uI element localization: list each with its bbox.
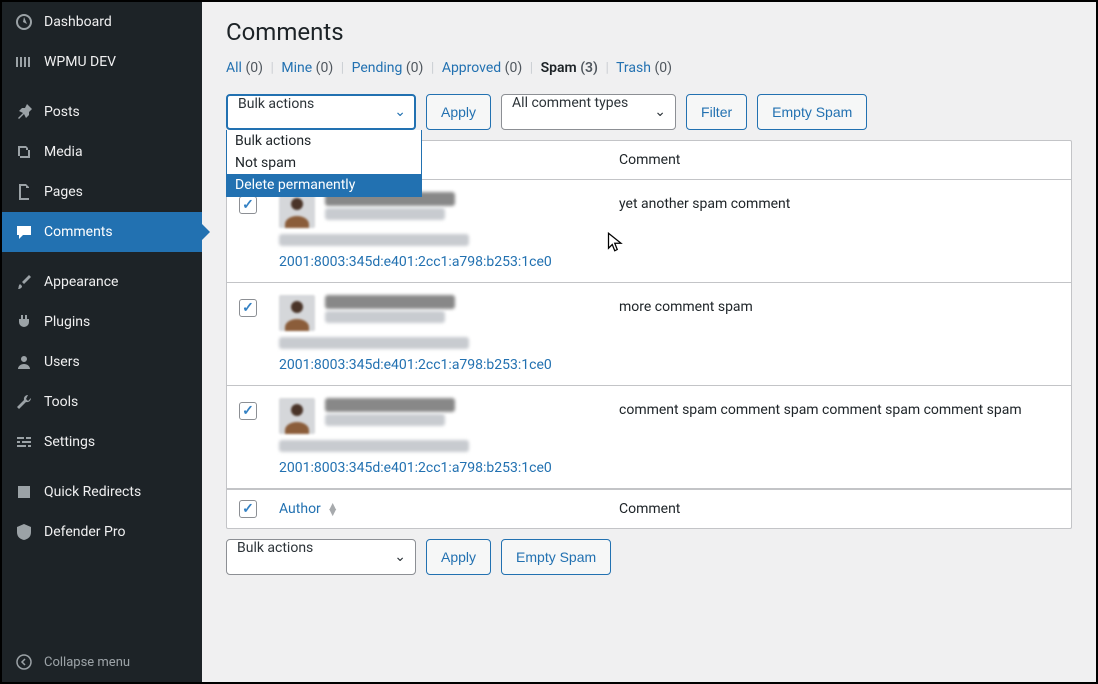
- sidebar-item-appearance[interactable]: Appearance: [2, 262, 202, 302]
- sidebar-item-label: Quick Redirects: [44, 484, 141, 500]
- sidebar-item-label: Pages: [44, 184, 83, 200]
- empty-spam-button-top[interactable]: Empty Spam: [757, 94, 867, 130]
- sidebar-item-users[interactable]: Users: [2, 342, 202, 382]
- filter-mine[interactable]: Mine (0): [281, 60, 333, 76]
- sidebar-item-settings[interactable]: Settings: [2, 422, 202, 462]
- author-ip-link[interactable]: 2001:8003:345d:e401:2cc1:a798:b253:1ce0: [279, 460, 619, 476]
- comment-text: yet another spam comment: [619, 192, 1059, 270]
- page-title: Comments: [226, 18, 1072, 46]
- collapse-label: Collapse menu: [44, 655, 130, 670]
- user-icon: [14, 352, 34, 372]
- author-meta: [325, 414, 445, 426]
- collapse-menu-button[interactable]: Collapse menu: [2, 642, 202, 682]
- sliders-icon: [14, 432, 34, 452]
- tablenav-top: Bulk actions ⌄ Bulk actions Not spam Del…: [226, 94, 1072, 130]
- row-checkbox[interactable]: [239, 402, 257, 420]
- sidebar-item-dashboard[interactable]: Dashboard: [2, 2, 202, 42]
- brush-icon: [14, 272, 34, 292]
- sidebar-item-label: Plugins: [44, 314, 90, 330]
- collapse-icon: [14, 652, 34, 672]
- sidebar-item-label: Media: [44, 144, 83, 160]
- sidebar-item-plugins[interactable]: Plugins: [2, 302, 202, 342]
- sort-icon: ▲▼: [327, 503, 339, 515]
- shield-icon: [14, 522, 34, 542]
- tablenav-bottom: Bulk actions ⌄ Apply Empty Spam: [226, 539, 1072, 575]
- filter-spam[interactable]: Spam (3): [541, 60, 598, 76]
- sidebar-item-label: Posts: [44, 104, 80, 120]
- sidebar-item-label: Comments: [44, 224, 113, 240]
- sidebar-item-label: Tools: [44, 394, 78, 410]
- sidebar-item-media[interactable]: Media: [2, 132, 202, 172]
- dashboard-icon: [14, 12, 34, 32]
- sidebar-item-pages[interactable]: Pages: [2, 172, 202, 212]
- author-ip-link[interactable]: 2001:8003:345d:e401:2cc1:a798:b253:1ce0: [279, 357, 619, 373]
- sidebar-item-tools[interactable]: Tools: [2, 382, 202, 422]
- pin-icon: [14, 102, 34, 122]
- author-ip-link[interactable]: 2001:8003:345d:e401:2cc1:a798:b253:1ce0: [279, 254, 619, 270]
- admin-sidebar: Dashboard WPMU DEV Posts Media Pages Com…: [2, 2, 202, 682]
- cursor-icon: [606, 232, 626, 256]
- bulk-actions-select-bottom[interactable]: Bulk actions: [226, 539, 416, 575]
- sidebar-item-label: Users: [44, 354, 80, 370]
- redirect-icon: [14, 482, 34, 502]
- author-meta: [325, 208, 445, 220]
- sidebar-item-quick-redirects[interactable]: Quick Redirects: [2, 472, 202, 512]
- comment-text: comment spam comment spam comment spam c…: [619, 398, 1059, 476]
- author-email: [279, 337, 469, 349]
- avatar: [279, 295, 315, 331]
- column-footer-comment: Comment: [619, 501, 1059, 517]
- sidebar-item-label: Settings: [44, 434, 95, 450]
- wrench-icon: [14, 392, 34, 412]
- avatar: [279, 192, 315, 228]
- apply-button-top[interactable]: Apply: [426, 94, 491, 130]
- row-checkbox[interactable]: [239, 299, 257, 317]
- main-content: Comments All (0) | Mine (0) | Pending (0…: [202, 2, 1096, 682]
- filter-all[interactable]: All (0): [226, 60, 263, 76]
- sidebar-item-label: Dashboard: [44, 14, 112, 30]
- column-footer-author[interactable]: Author ▲▼: [279, 501, 619, 517]
- author-email: [279, 440, 469, 452]
- avatar: [279, 398, 315, 434]
- chevron-down-icon: ⌄: [394, 104, 406, 120]
- filter-button[interactable]: Filter: [686, 94, 747, 130]
- bulk-option-not-spam[interactable]: Not spam: [227, 152, 421, 174]
- comment-type-select[interactable]: All comment types: [501, 94, 676, 130]
- sidebar-item-posts[interactable]: Posts: [2, 92, 202, 132]
- filter-trash[interactable]: Trash (0): [616, 60, 672, 76]
- sidebar-item-wpmu-dev[interactable]: WPMU DEV: [2, 42, 202, 82]
- comments-table: Author ▲▼ Comment 2001:8003:: [226, 140, 1072, 529]
- sidebar-item-label: Defender Pro: [44, 524, 125, 540]
- comment-status-filters: All (0) | Mine (0) | Pending (0) | Appro…: [226, 60, 1072, 76]
- media-icon: [14, 142, 34, 162]
- author-email: [279, 234, 469, 246]
- row-checkbox[interactable]: [239, 196, 257, 214]
- bulk-option-delete-permanently[interactable]: Delete permanently: [227, 174, 421, 196]
- bulk-actions-dropdown: Bulk actions Not spam Delete permanently: [226, 130, 422, 197]
- select-all-checkbox-bottom[interactable]: [239, 500, 257, 518]
- empty-spam-button-bottom[interactable]: Empty Spam: [501, 539, 611, 575]
- wpmu-icon: [14, 52, 34, 72]
- page-icon: [14, 182, 34, 202]
- author-name: [325, 295, 455, 309]
- sidebar-item-comments[interactable]: Comments: [2, 212, 202, 252]
- bulk-actions-select[interactable]: Bulk actions ⌄: [226, 94, 416, 130]
- comment-text: more comment spam: [619, 295, 1059, 373]
- author-name: [325, 398, 455, 412]
- author-meta: [325, 311, 445, 323]
- plug-icon: [14, 312, 34, 332]
- table-row: 2001:8003:345d:e401:2cc1:a798:b253:1ce0 …: [227, 283, 1071, 386]
- filter-pending[interactable]: Pending (0): [352, 60, 424, 76]
- apply-button-bottom[interactable]: Apply: [426, 539, 491, 575]
- bulk-option-bulk-actions[interactable]: Bulk actions: [227, 130, 421, 152]
- sidebar-item-defender-pro[interactable]: Defender Pro: [2, 512, 202, 552]
- filter-approved[interactable]: Approved (0): [442, 60, 522, 76]
- column-header-comment: Comment: [619, 152, 1059, 168]
- sidebar-item-label: WPMU DEV: [44, 54, 116, 70]
- table-footer: Author ▲▼ Comment: [227, 489, 1071, 528]
- table-row: 2001:8003:345d:e401:2cc1:a798:b253:1ce0 …: [227, 386, 1071, 489]
- sidebar-item-label: Appearance: [44, 274, 118, 290]
- comment-icon: [14, 222, 34, 242]
